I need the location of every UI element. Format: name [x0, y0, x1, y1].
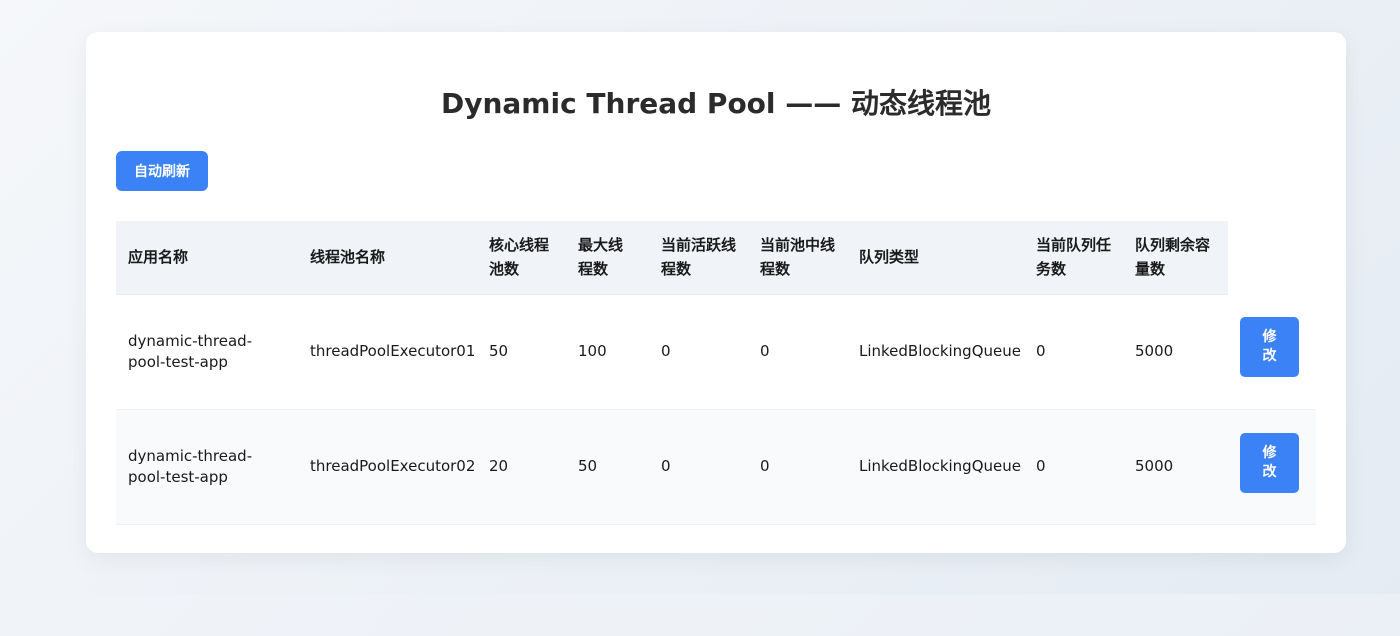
cell-action: 修改 — [1228, 294, 1316, 410]
header-pool-size: 当前池中线程数 — [748, 221, 847, 295]
page-title: Dynamic Thread Pool —— 动态线程池 — [440, 87, 992, 120]
header-pool-name: 线程池名称 — [298, 221, 477, 295]
cell-queue-size: 0 — [1024, 409, 1123, 525]
header-active-count: 当前活跃线程数 — [649, 221, 748, 295]
cell-max-size: 50 — [566, 409, 649, 525]
cell-pool-name: threadPoolExecutor02 — [298, 409, 477, 525]
edit-button[interactable]: 修改 — [1240, 432, 1299, 493]
cell-queue-type: LinkedBlockingQueue — [847, 294, 1024, 410]
header-queue-size: 当前队列任务数 — [1024, 221, 1123, 295]
thread-pool-table-container: 应用名称 线程池名称 核心线程池数 最大线程数 当前活跃线程数 当前池中线程数 … — [116, 221, 1316, 525]
auto-refresh-button[interactable]: 自动刷新 — [116, 151, 208, 191]
table-row: dynamic-thread-pool-test-app threadPoolE… — [116, 409, 1316, 525]
cell-active-count: 0 — [649, 409, 748, 525]
header-app-name: 应用名称 — [116, 221, 298, 295]
cell-action: 修改 — [1228, 409, 1316, 525]
header-core-size: 核心线程池数 — [477, 221, 566, 295]
cell-queue-type: LinkedBlockingQueue — [847, 409, 1024, 525]
thread-pool-card: Dynamic Thread Pool —— 动态线程池 自动刷新 应用名称 线… — [86, 32, 1346, 553]
cell-remaining-capacity: 5000 — [1123, 409, 1228, 525]
table-header-row: 应用名称 线程池名称 核心线程池数 最大线程数 当前活跃线程数 当前池中线程数 … — [116, 221, 1316, 295]
page-footer-band — [0, 594, 1400, 636]
header-remaining-capacity: 队列剩余容量数 — [1123, 221, 1228, 295]
cell-core-size: 50 — [477, 294, 566, 410]
cell-pool-size: 0 — [748, 409, 847, 525]
cell-app-name: dynamic-thread-pool-test-app — [116, 409, 298, 525]
cell-remaining-capacity: 5000 — [1123, 294, 1228, 410]
cell-active-count: 0 — [649, 294, 748, 410]
cell-queue-size: 0 — [1024, 294, 1123, 410]
thread-pool-table: 应用名称 线程池名称 核心线程池数 最大线程数 当前活跃线程数 当前池中线程数 … — [116, 221, 1316, 525]
cell-app-name: dynamic-thread-pool-test-app — [116, 294, 298, 410]
header-max-size: 最大线程数 — [566, 221, 649, 295]
header-queue-type: 队列类型 — [847, 221, 1024, 295]
cell-core-size: 20 — [477, 409, 566, 525]
edit-button[interactable]: 修改 — [1240, 317, 1299, 378]
cell-pool-name: threadPoolExecutor01 — [298, 294, 477, 410]
cell-pool-size: 0 — [748, 294, 847, 410]
cell-max-size: 100 — [566, 294, 649, 410]
table-row: dynamic-thread-pool-test-app threadPoolE… — [116, 294, 1316, 410]
header-action — [1228, 221, 1316, 294]
